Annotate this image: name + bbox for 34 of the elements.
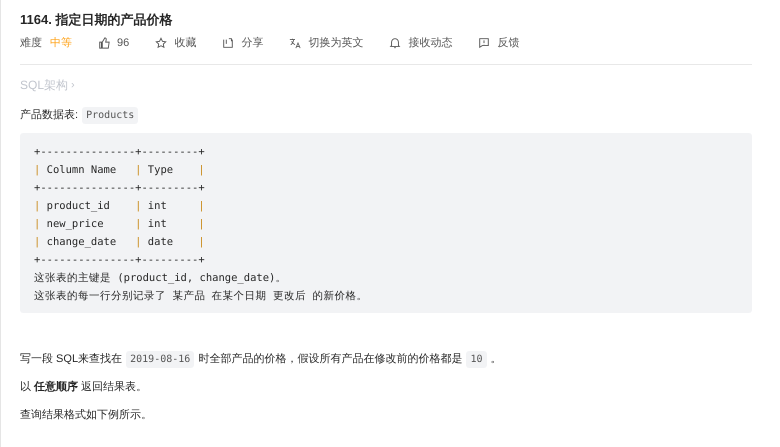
code-line: 这张表的每一行分别记录了 某产品 在某个日期 更改后 的新价格。 <box>34 289 368 304</box>
bell-button[interactable]: 接收动态 <box>389 34 452 52</box>
code-line: | product_id | int | <box>34 199 206 214</box>
star-icon <box>155 37 168 49</box>
difficulty-label: 难度 <box>20 36 42 51</box>
code-line: +---------------+---------+ <box>34 181 206 196</box>
paragraph-text: 产品数据表: <box>20 108 80 123</box>
bell-icon <box>389 37 402 49</box>
like-button[interactable]: 96 <box>98 34 130 52</box>
code-line: | Column Name | Type | <box>34 163 206 178</box>
share-icon <box>222 37 234 49</box>
inline-code: Products <box>82 106 138 124</box>
code-line: | change_date | date | <box>34 235 206 250</box>
code-line: 这张表的主键是 (product_id, change_date)。 <box>34 271 288 286</box>
feedback-icon <box>478 37 490 49</box>
paragraph-text: 写一段 SQL来查找在 <box>20 352 124 367</box>
code-line: | new_price | int | <box>34 217 206 232</box>
inline-code: 10 <box>466 350 487 368</box>
feedback-button[interactable]: 反馈 <box>478 34 520 52</box>
translate-button[interactable]: 切换为英文 <box>289 34 364 52</box>
paragraph-text: 时全部产品的价格，假设所有产品在修改前的价格都是 <box>197 352 464 367</box>
inline-code: 2019-08-16 <box>126 350 194 368</box>
difficulty-value: 中等 <box>50 36 72 51</box>
paragraph-text: 以 任意顺序 返回结果表。 <box>20 380 148 395</box>
translate-icon <box>289 37 302 49</box>
paragraph-text: 。 <box>490 352 502 367</box>
code-line: +---------------+---------+ <box>34 145 206 160</box>
star-button[interactable]: 收藏 <box>155 34 196 52</box>
code-line: +---------------+---------+ <box>34 253 206 268</box>
share-button[interactable]: 分享 <box>222 34 264 52</box>
paragraph-text: 查询结果格式如下例所示。 <box>20 408 152 423</box>
problem-title: 1164. 指定日期的产品价格 <box>20 11 174 24</box>
chevron-icon: › <box>71 76 75 94</box>
thumbs-up-icon <box>98 37 110 49</box>
